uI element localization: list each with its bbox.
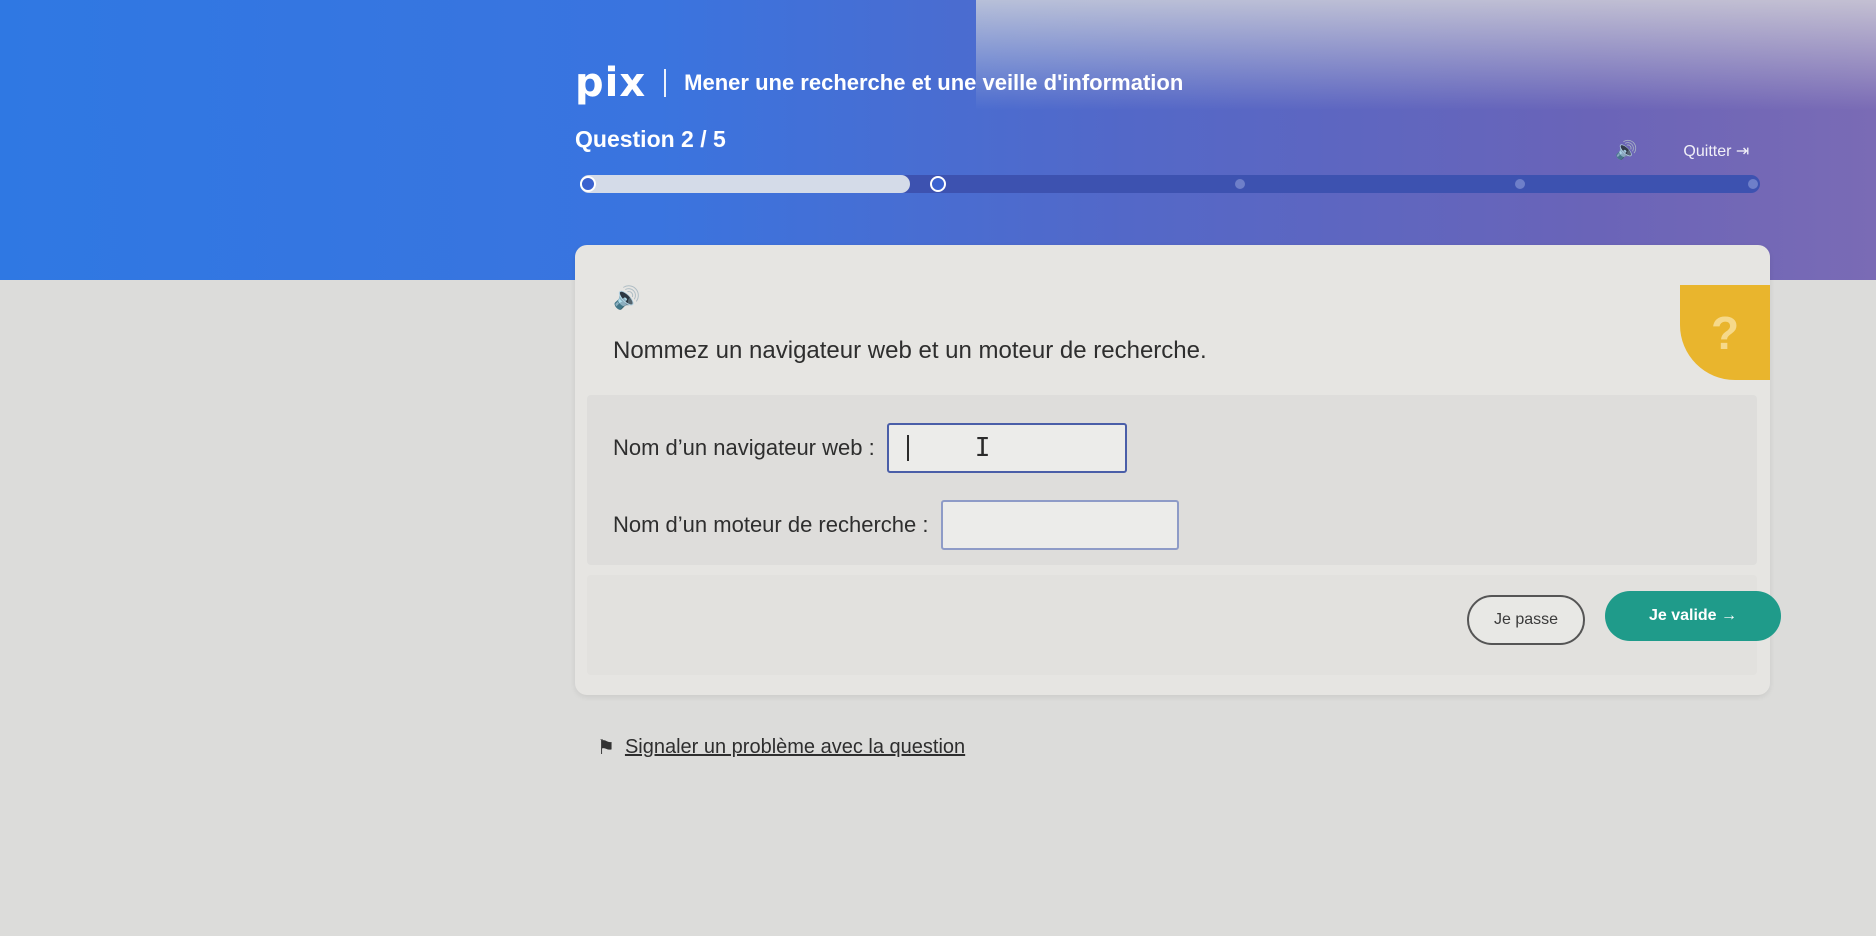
progress-step-1 [580, 176, 596, 192]
sound-toggle-icon[interactable]: 🔊 [1615, 140, 1637, 161]
progress-step-5 [1748, 179, 1758, 189]
module-title: Mener une recherche et une veille d'info… [684, 70, 1184, 95]
progress-step-2 [930, 176, 946, 192]
search-engine-field-label: Nom d’un moteur de recherche : [613, 512, 929, 537]
header-actions: 🔊 Quitter ⇥ [1615, 140, 1749, 161]
progress-bar [580, 175, 1760, 193]
header: pix Mener une recherche et une veille d'… [575, 60, 1775, 153]
actions-zone: Je passe Je valide → [587, 575, 1781, 675]
browser-field-label: Nom d’un navigateur web : [613, 435, 875, 460]
tutorial-help-icon[interactable]: ? [1680, 285, 1770, 380]
progress-step-4 [1515, 179, 1525, 189]
progress-step-3 [1235, 179, 1245, 189]
search-engine-name-input[interactable] [940, 500, 1179, 550]
text-cursor-icon: I [974, 433, 991, 463]
header-separator [664, 69, 667, 97]
answer-zone: Nom d’un navigateur web : I Nom d’un mot… [587, 395, 1757, 565]
flag-icon: ⚑ [597, 737, 615, 759]
validate-button[interactable]: Je valide → [1605, 591, 1781, 641]
report-problem-label[interactable]: Signaler un problème avec la question [625, 736, 965, 759]
browser-name-input[interactable] [886, 423, 1127, 473]
question-counter: Question 2 / 5 [575, 126, 726, 152]
question-mark-icon: ? [1710, 306, 1740, 359]
quit-button[interactable]: Quitter ⇥ [1683, 141, 1749, 161]
question-instruction: Nommez un navigateur web et un moteur de… [613, 337, 1207, 364]
read-aloud-icon[interactable]: 🔊 [613, 285, 640, 311]
skip-button[interactable]: Je passe [1467, 595, 1585, 645]
text-caret [906, 435, 909, 461]
question-card: 🔊 ? Nommez un navigateur web et un moteu… [575, 245, 1781, 695]
progress-fill [580, 175, 910, 193]
field-row-browser: Nom d’un navigateur web : I [613, 423, 1127, 473]
browser-input-wrap: I [886, 423, 1127, 473]
report-problem-link[interactable]: ⚑ Signaler un problème avec la question [597, 735, 965, 760]
pix-logo[interactable]: pix [575, 60, 646, 106]
logo-row: pix Mener une recherche et une veille d'… [575, 60, 1775, 106]
field-row-search-engine: Nom d’un moteur de recherche : [613, 500, 1179, 550]
